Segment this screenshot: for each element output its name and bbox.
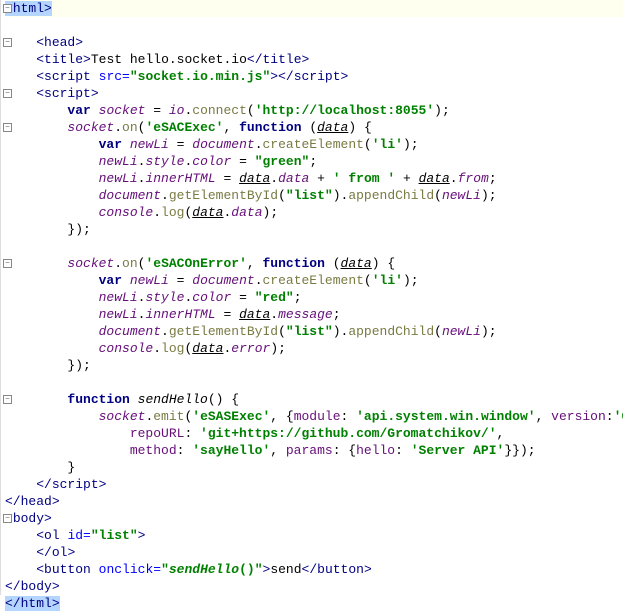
code-line: document.getElementById("list").appendCh…	[5, 187, 623, 204]
code-line: </head>	[5, 493, 623, 510]
code-line: <ol id="list">	[5, 527, 623, 544]
code-line: newLi.innerHTML = data.message;	[5, 306, 623, 323]
fold-gutter: − − − − − − −	[0, 0, 1, 595]
code-area[interactable]: <html> <head> <title>Test hello.socket.i…	[1, 0, 623, 595]
fold-icon[interactable]: −	[3, 38, 12, 47]
code-line: var newLi = document.createElement('li')…	[5, 272, 623, 289]
code-line: });	[5, 221, 623, 238]
code-line: <script>	[5, 85, 623, 102]
code-line: console.log(data.error);	[5, 340, 623, 357]
code-line	[5, 374, 623, 391]
code-line: socket.on('eSACOnError', function (data)…	[5, 255, 623, 272]
code-line: console.log(data.data);	[5, 204, 623, 221]
code-line: </html>	[5, 595, 623, 612]
fold-icon[interactable]: −	[3, 89, 12, 98]
code-line: <title>Test hello.socket.io</title>	[5, 51, 623, 68]
code-line: repoURL: 'git+https://github.com/Gromatc…	[5, 425, 623, 442]
code-line	[5, 238, 623, 255]
code-line: </script>	[5, 476, 623, 493]
code-line: var socket = io.connect('http://localhos…	[5, 102, 623, 119]
code-line: var newLi = document.createElement('li')…	[5, 136, 623, 153]
fold-icon[interactable]: −	[3, 259, 12, 268]
fold-icon[interactable]: −	[3, 4, 12, 13]
code-line: method: 'sayHello', params: {hello: 'Ser…	[5, 442, 623, 459]
code-editor: − − − − − − − <html> <head> <title>Test …	[0, 0, 623, 595]
code-line: function sendHello() {	[5, 391, 623, 408]
code-line: });	[5, 357, 623, 374]
code-line: document.getElementById("list").appendCh…	[5, 323, 623, 340]
fold-icon[interactable]: −	[3, 123, 12, 132]
code-line: <html>	[5, 0, 623, 17]
code-line: <button onclick="sendHello()">send</butt…	[5, 561, 623, 578]
code-line: <head>	[5, 34, 623, 51]
code-line: }	[5, 459, 623, 476]
code-line: <body>	[5, 510, 623, 527]
code-line: socket.on('eSACExec', function (data) {	[5, 119, 623, 136]
code-line	[5, 17, 623, 34]
fold-icon[interactable]: −	[3, 395, 12, 404]
code-line: newLi.innerHTML = data.data + ' from ' +…	[5, 170, 623, 187]
code-line: newLi.style.color = "red";	[5, 289, 623, 306]
code-line: newLi.style.color = "green";	[5, 153, 623, 170]
code-line: socket.emit('eSASExec', {module: 'api.sy…	[5, 408, 623, 425]
code-line: </body>	[5, 578, 623, 595]
code-line: </ol>	[5, 544, 623, 561]
code-line: <script src="socket.io.min.js"></script>	[5, 68, 623, 85]
fold-icon[interactable]: −	[3, 514, 12, 523]
